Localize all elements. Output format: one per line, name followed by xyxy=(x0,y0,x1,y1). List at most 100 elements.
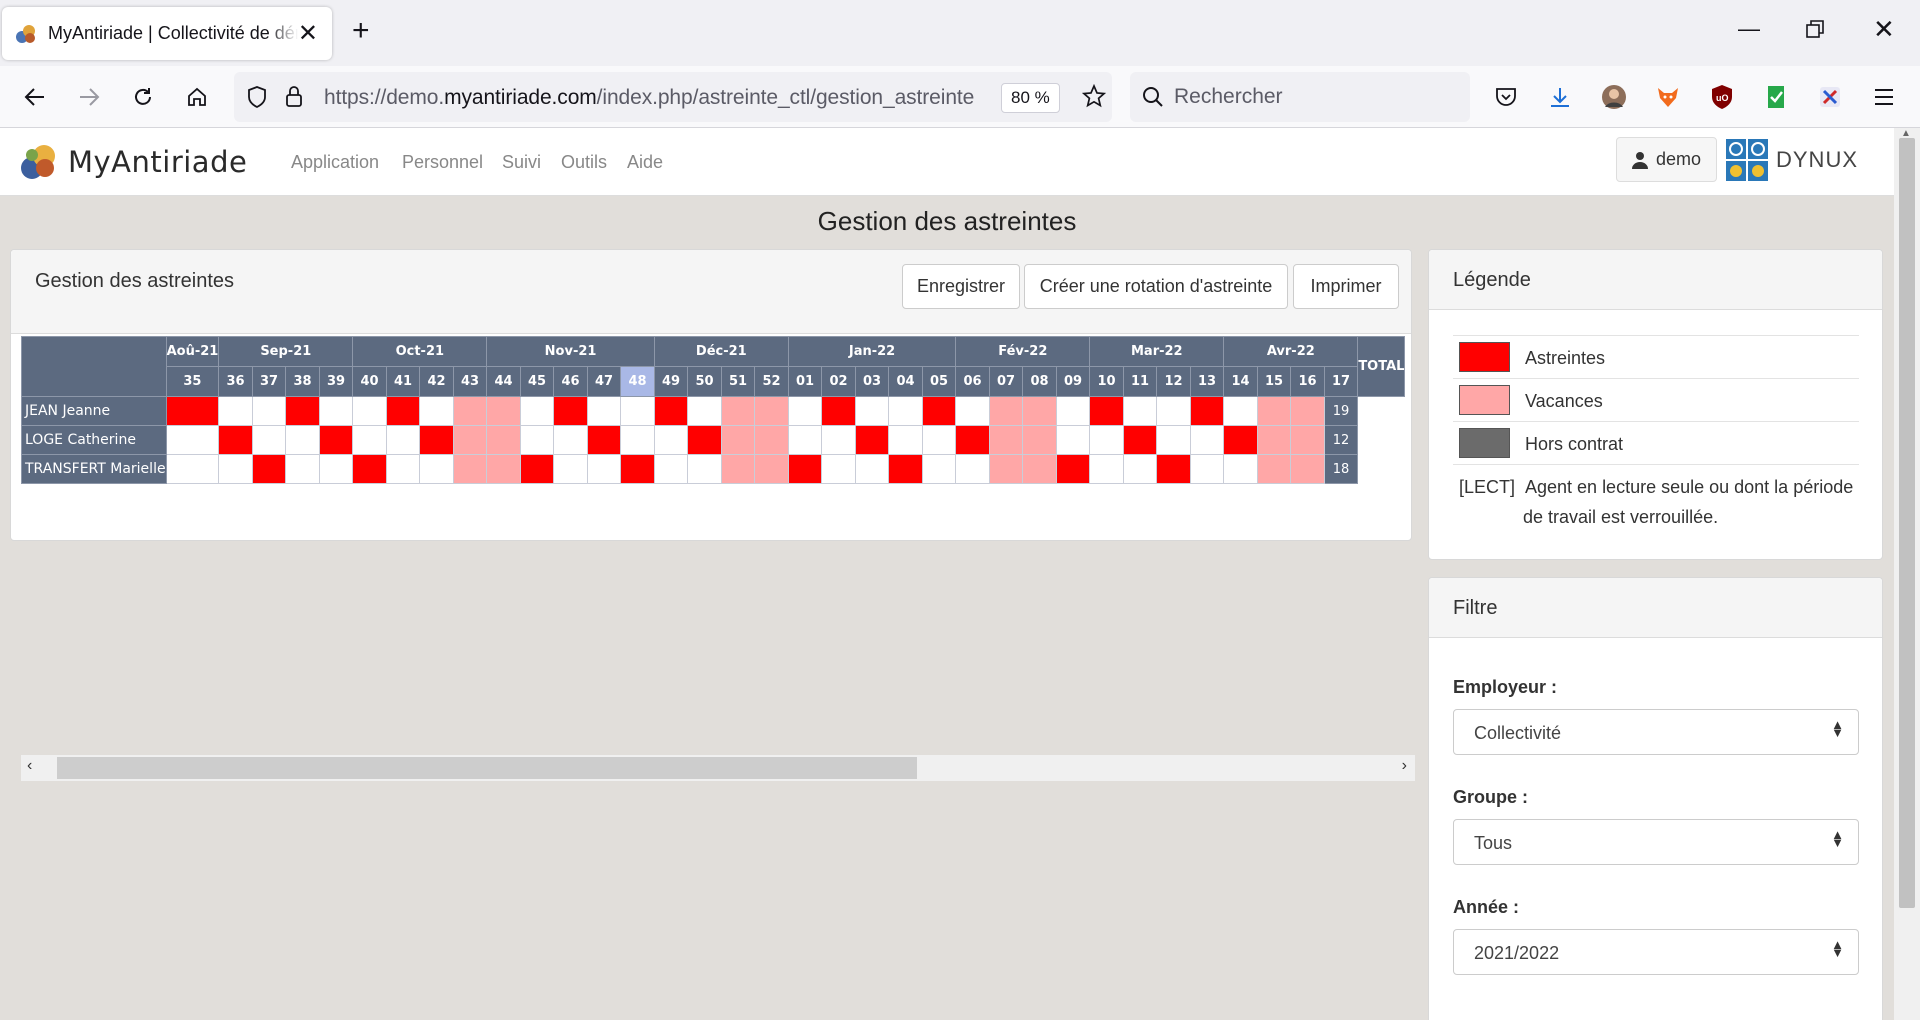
vacances-cell[interactable] xyxy=(1022,454,1057,484)
week-header[interactable]: 42 xyxy=(419,366,454,397)
week-header[interactable]: 05 xyxy=(921,366,957,397)
week-cell[interactable] xyxy=(285,454,320,484)
week-cell[interactable] xyxy=(921,425,957,455)
zoom-level-button[interactable]: 80 % xyxy=(1001,83,1060,113)
week-cell[interactable] xyxy=(1189,454,1225,484)
week-cell[interactable] xyxy=(687,396,722,426)
week-header[interactable]: 52 xyxy=(754,366,789,397)
astreinte-cell[interactable] xyxy=(553,396,588,426)
week-cell[interactable] xyxy=(1156,396,1191,426)
week-cell[interactable] xyxy=(285,425,320,455)
week-header[interactable]: 01 xyxy=(787,366,823,397)
week-header[interactable]: 06 xyxy=(955,366,990,397)
week-cell[interactable] xyxy=(620,396,655,426)
restore-icon[interactable] xyxy=(1806,20,1824,42)
week-header[interactable]: 02 xyxy=(821,366,856,397)
week-header[interactable]: 10 xyxy=(1089,366,1124,397)
week-header[interactable]: 37 xyxy=(251,366,287,397)
menu-aide[interactable]: Aide xyxy=(627,152,663,173)
astreinte-cell[interactable] xyxy=(1122,425,1158,455)
week-cell[interactable] xyxy=(251,396,287,426)
week-header[interactable]: 12 xyxy=(1156,366,1191,397)
astreinte-cell[interactable] xyxy=(1223,425,1258,455)
vacances-cell[interactable] xyxy=(988,396,1024,426)
week-cell[interactable] xyxy=(318,454,354,484)
week-cell[interactable] xyxy=(1089,454,1124,484)
week-cell[interactable] xyxy=(218,454,253,484)
menu-outils[interactable]: Outils xyxy=(561,152,607,173)
week-cell[interactable] xyxy=(653,454,689,484)
astreinte-cell[interactable] xyxy=(687,425,722,455)
week-cell[interactable] xyxy=(251,425,287,455)
astreinte-cell[interactable] xyxy=(218,425,253,455)
new-tab-icon[interactable]: + xyxy=(352,16,370,46)
week-cell[interactable] xyxy=(165,454,220,484)
week-cell[interactable] xyxy=(854,396,890,426)
week-cell[interactable] xyxy=(218,396,253,426)
astreinte-cell[interactable] xyxy=(285,396,320,426)
menu-personnel[interactable]: Personnel xyxy=(402,152,483,173)
vacances-cell[interactable] xyxy=(754,425,789,455)
vacances-cell[interactable] xyxy=(1256,425,1292,455)
home-icon[interactable] xyxy=(178,78,216,116)
vacances-cell[interactable] xyxy=(1290,425,1325,455)
week-header[interactable]: 17 xyxy=(1323,366,1359,397)
week-header[interactable]: 04 xyxy=(888,366,923,397)
vacances-cell[interactable] xyxy=(452,454,488,484)
week-header[interactable]: 49 xyxy=(653,366,689,397)
astreinte-cell[interactable] xyxy=(519,454,555,484)
shield-icon[interactable] xyxy=(246,85,268,114)
week-cell[interactable] xyxy=(318,396,354,426)
astreinte-cell[interactable] xyxy=(620,454,655,484)
week-cell[interactable] xyxy=(1122,454,1158,484)
astreinte-cell[interactable] xyxy=(854,425,890,455)
week-cell[interactable] xyxy=(888,396,923,426)
vacances-cell[interactable] xyxy=(486,396,521,426)
scroll-right-icon[interactable]: › xyxy=(1402,757,1407,775)
week-cell[interactable] xyxy=(787,425,823,455)
astreinte-cell[interactable] xyxy=(1089,396,1124,426)
vacances-cell[interactable] xyxy=(754,396,789,426)
user-button[interactable]: demo xyxy=(1616,137,1717,182)
astreinte-cell[interactable] xyxy=(921,396,957,426)
ublock-icon[interactable]: uO xyxy=(1708,83,1736,111)
week-header[interactable]: 41 xyxy=(385,366,421,397)
week-header[interactable]: 50 xyxy=(687,366,722,397)
minimize-icon[interactable]: — xyxy=(1738,18,1760,40)
week-header[interactable]: 35 xyxy=(165,366,220,397)
week-header[interactable]: 15 xyxy=(1256,366,1292,397)
week-header[interactable]: 46 xyxy=(553,366,588,397)
week-cell[interactable] xyxy=(620,425,655,455)
download-icon[interactable] xyxy=(1546,83,1574,111)
vacances-cell[interactable] xyxy=(1256,396,1292,426)
create-rotation-button[interactable]: Créer une rotation d'astreinte xyxy=(1024,264,1288,309)
vacances-cell[interactable] xyxy=(486,425,521,455)
astreinte-cell[interactable] xyxy=(888,454,923,484)
week-cell[interactable] xyxy=(519,396,555,426)
week-cell[interactable] xyxy=(888,425,923,455)
week-header[interactable]: 40 xyxy=(352,366,387,397)
week-cell[interactable] xyxy=(854,454,890,484)
vacances-cell[interactable] xyxy=(486,454,521,484)
vacances-cell[interactable] xyxy=(720,425,756,455)
page-scrollbar-thumb[interactable] xyxy=(1899,138,1915,908)
employer-select[interactable]: Collectivité ▲ ▼ xyxy=(1453,709,1859,755)
vacances-cell[interactable] xyxy=(988,425,1024,455)
week-cell[interactable] xyxy=(955,454,990,484)
astreinte-cell[interactable] xyxy=(318,425,354,455)
astreinte-cell[interactable] xyxy=(352,454,387,484)
vacances-cell[interactable] xyxy=(988,454,1024,484)
week-cell[interactable] xyxy=(553,425,588,455)
week-header[interactable]: 14 xyxy=(1223,366,1258,397)
week-cell[interactable] xyxy=(921,454,957,484)
week-header[interactable]: 51 xyxy=(720,366,756,397)
week-header[interactable]: 08 xyxy=(1022,366,1057,397)
browser-tab[interactable]: MyAntiriade | Collectivité de dém ✕ xyxy=(2,7,332,60)
week-header[interactable]: 43 xyxy=(452,366,488,397)
search-box[interactable]: Rechercher xyxy=(1130,72,1470,122)
week-cell[interactable] xyxy=(1156,425,1191,455)
fox-extension-icon[interactable] xyxy=(1654,83,1682,111)
week-cell[interactable] xyxy=(1055,425,1091,455)
astreinte-cell[interactable] xyxy=(251,454,287,484)
week-cell[interactable] xyxy=(553,454,588,484)
